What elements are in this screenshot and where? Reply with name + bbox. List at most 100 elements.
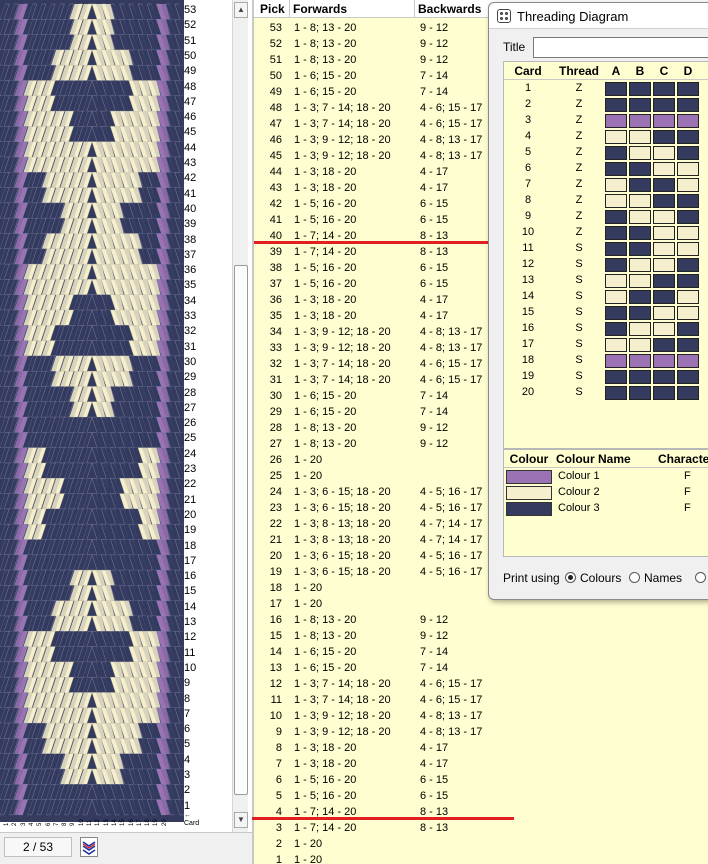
hole-colour-cell[interactable]	[677, 178, 699, 192]
hole-colour-cell[interactable]	[629, 98, 651, 112]
hole-colour-cell[interactable]	[605, 370, 627, 384]
print-option-radio[interactable]	[695, 572, 706, 583]
hole-colour-cell[interactable]	[677, 194, 699, 208]
table-row[interactable]: 8 1 - 3; 18 - 20 4 - 17	[254, 740, 708, 756]
hole-colour-cell[interactable]	[629, 354, 651, 368]
scroll-thumb[interactable]	[234, 265, 248, 795]
hole-colour-cell[interactable]	[605, 82, 627, 96]
hole-colour-cell[interactable]	[605, 274, 627, 288]
hole-colour-cell[interactable]	[605, 386, 627, 400]
hole-colour-cell[interactable]	[677, 322, 699, 336]
hole-colour-cell[interactable]	[605, 130, 627, 144]
scroll-down-button[interactable]: ▼	[234, 812, 248, 828]
hole-colour-cell[interactable]	[629, 178, 651, 192]
hole-colour-cell[interactable]	[653, 146, 675, 160]
hole-colour-cell[interactable]	[605, 178, 627, 192]
hole-colour-cell[interactable]	[677, 210, 699, 224]
hole-colour-cell[interactable]	[677, 146, 699, 160]
hole-colour-cell[interactable]	[629, 386, 651, 400]
dialog-titlebar[interactable]: Threading Diagram	[489, 3, 708, 29]
hole-colour-cell[interactable]	[677, 370, 699, 384]
table-row[interactable]: 3 1 - 7; 14 - 20 8 - 13	[254, 820, 708, 836]
hole-colour-cell[interactable]	[629, 242, 651, 256]
hole-colour-cell[interactable]	[605, 114, 627, 128]
scroll-up-button[interactable]: ▲	[234, 2, 248, 18]
hole-colour-cell[interactable]	[605, 290, 627, 304]
hole-colour-cell[interactable]	[653, 98, 675, 112]
hole-colour-cell[interactable]	[629, 130, 651, 144]
colour-swatch[interactable]	[506, 486, 552, 500]
hole-colour-cell[interactable]	[605, 242, 627, 256]
hole-colour-cell[interactable]	[677, 114, 699, 128]
hole-colour-cell[interactable]	[605, 162, 627, 176]
hole-colour-cell[interactable]	[629, 194, 651, 208]
hole-colour-cell[interactable]	[653, 370, 675, 384]
title-input[interactable]	[533, 37, 708, 58]
print-option-radio[interactable]	[565, 572, 576, 583]
hole-colour-cell[interactable]	[653, 82, 675, 96]
table-row[interactable]: 7 1 - 3; 18 - 20 4 - 17	[254, 756, 708, 772]
print-option-radio[interactable]	[629, 572, 640, 583]
hole-colour-cell[interactable]	[677, 162, 699, 176]
hole-colour-cell[interactable]	[653, 274, 675, 288]
hole-colour-cell[interactable]	[677, 226, 699, 240]
hole-colour-cell[interactable]	[629, 290, 651, 304]
table-row[interactable]: 12 1 - 3; 7 - 14; 18 - 20 4 - 6; 15 - 17	[254, 676, 708, 692]
table-row[interactable]: 11 1 - 3; 7 - 14; 18 - 20 4 - 6; 15 - 17	[254, 692, 708, 708]
hole-colour-cell[interactable]	[653, 114, 675, 128]
hole-colour-cell[interactable]	[653, 338, 675, 352]
hole-colour-cell[interactable]	[653, 178, 675, 192]
hole-colour-cell[interactable]	[605, 306, 627, 320]
hole-colour-cell[interactable]	[605, 258, 627, 272]
hole-colour-cell[interactable]	[653, 242, 675, 256]
hole-colour-cell[interactable]	[653, 194, 675, 208]
hole-colour-cell[interactable]	[629, 210, 651, 224]
colour-swatch[interactable]	[506, 502, 552, 516]
table-row[interactable]: 14 1 - 6; 15 - 20 7 - 14	[254, 644, 708, 660]
hole-colour-cell[interactable]	[605, 98, 627, 112]
hole-colour-cell[interactable]	[629, 306, 651, 320]
hole-colour-cell[interactable]	[653, 162, 675, 176]
hole-colour-cell[interactable]	[677, 130, 699, 144]
table-row[interactable]: 16 1 - 8; 13 - 20 9 - 12	[254, 612, 708, 628]
table-row[interactable]: 15 1 - 8; 13 - 20 9 - 12	[254, 628, 708, 644]
hole-colour-cell[interactable]	[677, 242, 699, 256]
hole-colour-cell[interactable]	[605, 226, 627, 240]
hole-colour-cell[interactable]	[629, 114, 651, 128]
hole-colour-cell[interactable]	[677, 306, 699, 320]
table-row[interactable]: 2 1 - 20	[254, 836, 708, 852]
hole-colour-cell[interactable]	[677, 354, 699, 368]
hole-colour-cell[interactable]	[677, 386, 699, 400]
hole-colour-cell[interactable]	[677, 258, 699, 272]
hole-colour-cell[interactable]	[629, 322, 651, 336]
hole-colour-cell[interactable]	[629, 258, 651, 272]
table-row[interactable]: 9 1 - 3; 9 - 12; 18 - 20 4 - 8; 13 - 17	[254, 724, 708, 740]
hole-colour-cell[interactable]	[653, 210, 675, 224]
hole-colour-cell[interactable]	[629, 146, 651, 160]
hole-colour-cell[interactable]	[629, 274, 651, 288]
table-row[interactable]: 5 1 - 5; 16 - 20 6 - 15	[254, 788, 708, 804]
weave-pattern-icon[interactable]	[80, 837, 98, 857]
hole-colour-cell[interactable]	[653, 386, 675, 400]
hole-colour-cell[interactable]	[629, 338, 651, 352]
hole-colour-cell[interactable]	[605, 322, 627, 336]
hole-colour-cell[interactable]	[653, 322, 675, 336]
threading-dialog[interactable]: Threading Diagram Title Card Thread A B …	[488, 2, 708, 600]
hole-colour-cell[interactable]	[605, 210, 627, 224]
hole-colour-cell[interactable]	[653, 354, 675, 368]
hole-colour-cell[interactable]	[629, 226, 651, 240]
hole-colour-cell[interactable]	[677, 82, 699, 96]
hole-colour-cell[interactable]	[629, 370, 651, 384]
table-row[interactable]: 13 1 - 6; 15 - 20 7 - 14	[254, 660, 708, 676]
table-row[interactable]: 6 1 - 5; 16 - 20 6 - 15	[254, 772, 708, 788]
table-row[interactable]: 1 1 - 20	[254, 852, 708, 864]
hole-colour-cell[interactable]	[653, 130, 675, 144]
hole-colour-cell[interactable]	[677, 98, 699, 112]
hole-colour-cell[interactable]	[653, 258, 675, 272]
table-row[interactable]: 10 1 - 3; 9 - 12; 18 - 20 4 - 8; 13 - 17	[254, 708, 708, 724]
colour-swatch[interactable]	[506, 470, 552, 484]
hole-colour-cell[interactable]	[677, 274, 699, 288]
hole-colour-cell[interactable]	[653, 226, 675, 240]
hole-colour-cell[interactable]	[605, 194, 627, 208]
hole-colour-cell[interactable]	[677, 290, 699, 304]
